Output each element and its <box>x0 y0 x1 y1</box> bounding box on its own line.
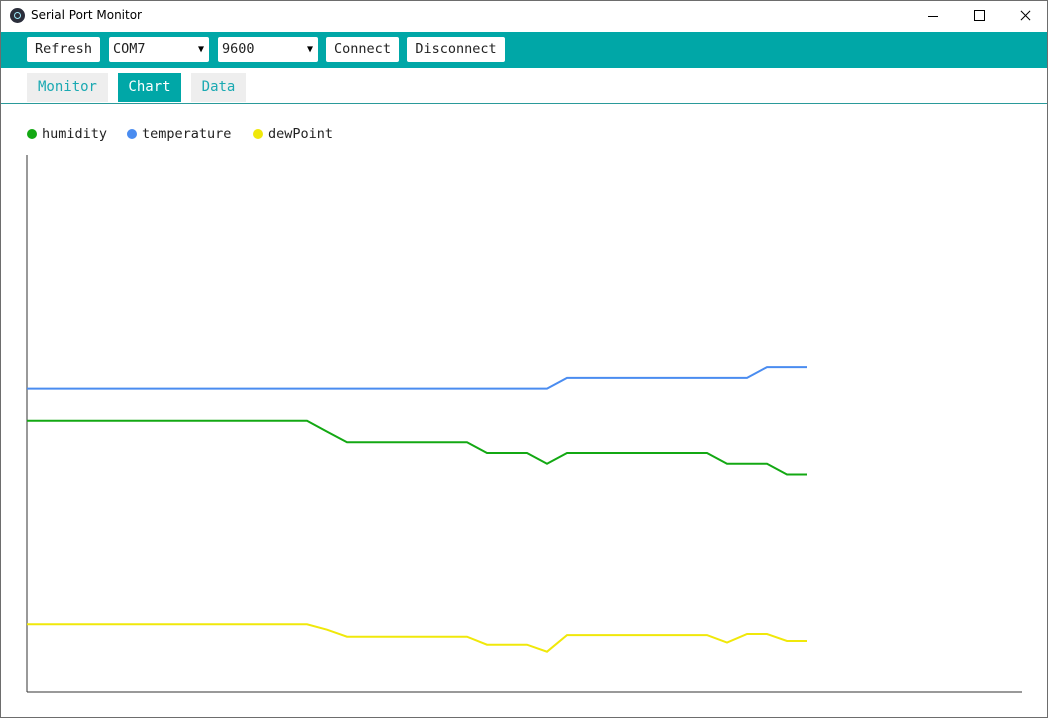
baud-select[interactable]: 9600 ▼ <box>218 37 318 62</box>
dewpoint-dot-icon <box>253 129 263 139</box>
line-chart <box>26 155 1022 693</box>
close-icon[interactable] <box>1002 1 1047 31</box>
connect-button[interactable]: Connect <box>326 37 399 62</box>
disconnect-button[interactable]: Disconnect <box>407 37 505 62</box>
refresh-button[interactable]: Refresh <box>27 37 100 62</box>
app-logo-icon <box>10 8 25 23</box>
tab-monitor[interactable]: Monitor <box>27 73 108 102</box>
port-select[interactable]: COM7 ▼ <box>109 37 209 62</box>
dropdown-arrow-icon: ▼ <box>197 44 204 55</box>
title-bar[interactable]: Serial Port Monitor <box>1 1 1047 31</box>
legend-item-dewpoint[interactable]: dewPoint <box>253 126 333 142</box>
legend-item-temperature[interactable]: temperature <box>127 126 231 142</box>
toolbar: Refresh COM7 ▼ 9600 ▼ Connect Disconnect <box>1 32 1047 68</box>
maximize-icon[interactable] <box>956 1 1002 31</box>
series-line-dewpoint <box>27 623 807 653</box>
legend-item-humidity[interactable]: humidity <box>27 126 107 142</box>
dropdown-arrow-icon: ▼ <box>306 44 313 55</box>
app-window: Serial Port Monitor Refresh COM7 ▼ 9600 … <box>0 0 1048 718</box>
minimize-icon[interactable] <box>910 1 956 31</box>
baud-select-value: 9600 <box>222 41 255 57</box>
port-select-value: COM7 <box>113 41 146 57</box>
series-line-humidity <box>27 419 807 476</box>
tab-chart[interactable]: Chart <box>118 73 181 102</box>
humidity-dot-icon <box>27 129 37 139</box>
window-title: Serial Port Monitor <box>31 8 142 22</box>
legend-label: temperature <box>142 126 232 142</box>
legend-label: dewPoint <box>268 126 334 142</box>
tab-bar: Monitor Chart Data <box>1 68 1047 104</box>
series-line-temperature <box>27 366 807 390</box>
temperature-dot-icon <box>127 129 137 139</box>
tab-data[interactable]: Data <box>191 73 246 102</box>
legend-label: humidity <box>42 126 108 142</box>
